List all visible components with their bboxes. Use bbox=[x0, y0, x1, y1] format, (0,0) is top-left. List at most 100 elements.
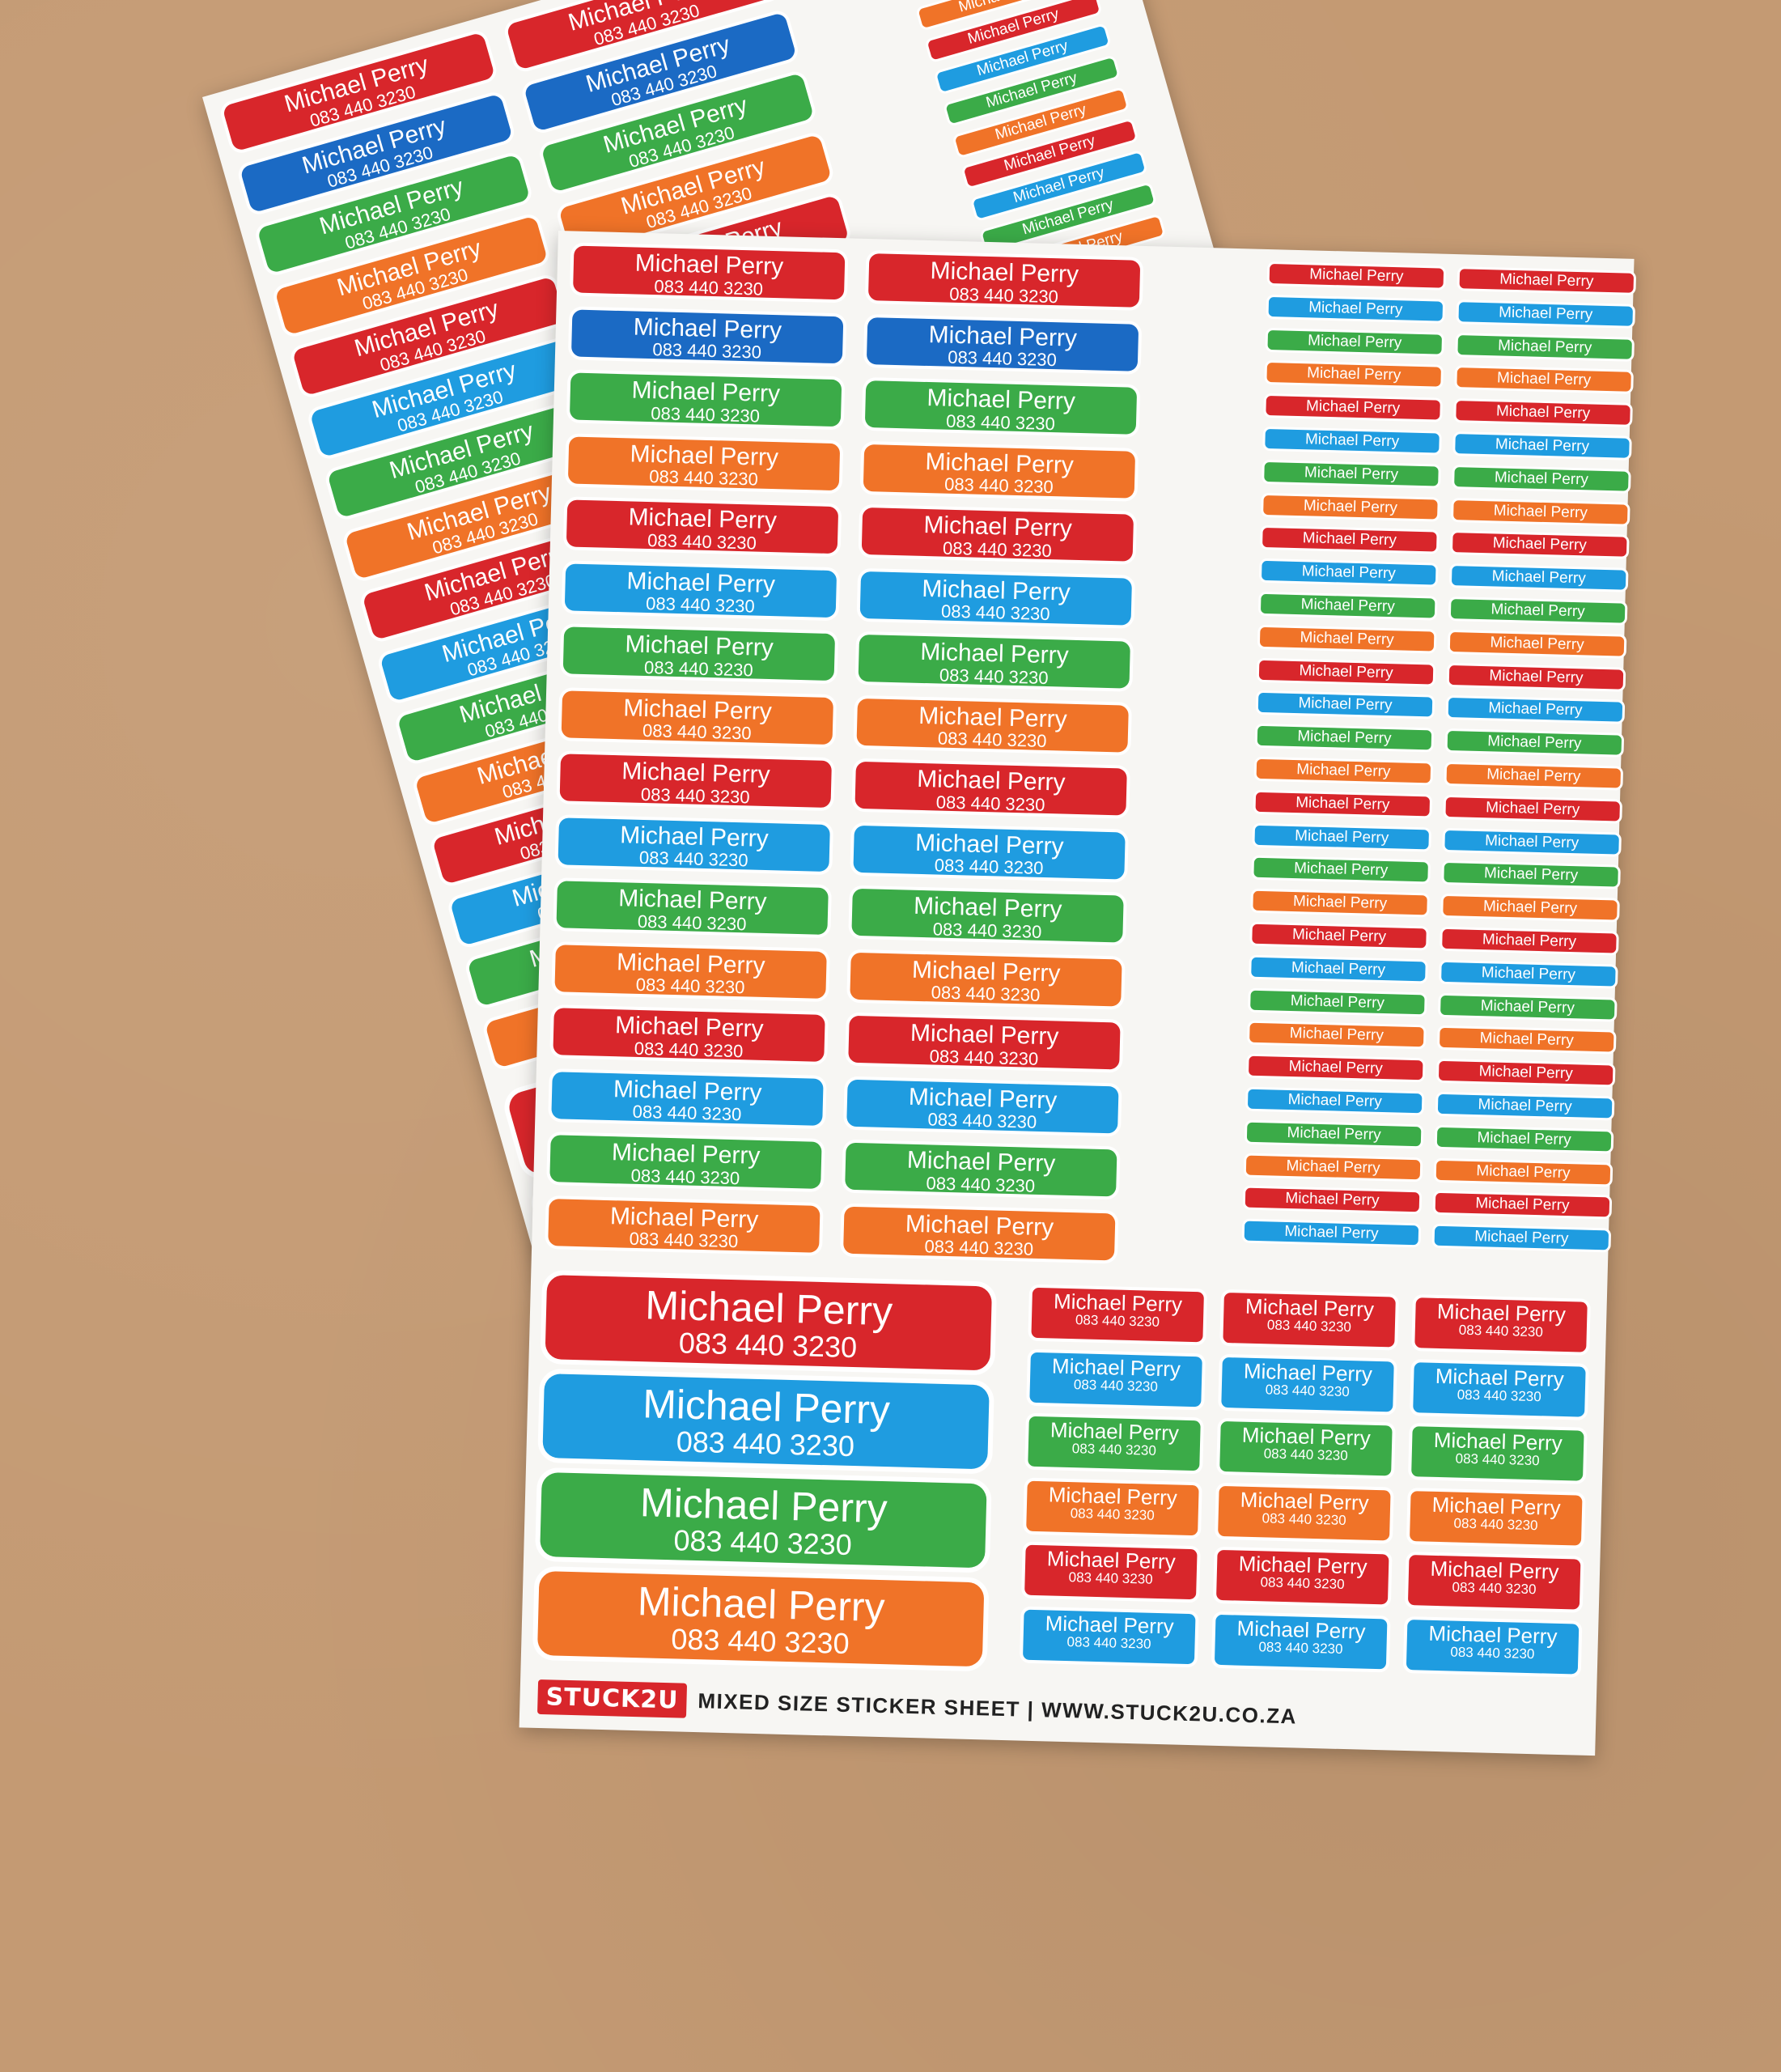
sticker-name-text: Michael Perry bbox=[1498, 304, 1593, 324]
name-sticker: Michael Perry bbox=[1255, 792, 1431, 817]
name-sticker: Michael Perry bbox=[1244, 1221, 1419, 1246]
name-sticker: Michael Perry083 440 3230 bbox=[1221, 1357, 1394, 1412]
name-sticker: Michael Perry083 440 3230 bbox=[567, 435, 841, 490]
sticker-name-text: Michael Perry bbox=[1483, 864, 1579, 885]
name-sticker: Michael Perry083 440 3230 bbox=[556, 881, 829, 935]
name-sticker: Michael Perry083 440 3230 bbox=[545, 1275, 993, 1371]
sticker-name-text: Michael Perry bbox=[1428, 1620, 1558, 1649]
sticker-name-text: Michael Perry bbox=[1478, 1096, 1572, 1116]
name-sticker: Michael Perry083 440 3230 bbox=[1409, 1490, 1583, 1546]
sticker-name-text: Michael Perry bbox=[1490, 634, 1584, 654]
name-sticker: Michael Perry083 440 3230 bbox=[1031, 1287, 1204, 1343]
sticker-name-text: Michael Perry bbox=[1433, 1427, 1563, 1455]
sticker-name-text: Michael Perry bbox=[1308, 299, 1403, 319]
sticker-name-text: Michael Perry bbox=[1301, 563, 1397, 583]
sticker-name-text: Michael Perry bbox=[1431, 1492, 1561, 1520]
name-sticker: Michael Perry083 440 3230 bbox=[867, 253, 1141, 308]
sticker-name-text: Michael Perry bbox=[1478, 1063, 1574, 1083]
name-sticker: Michael Perry bbox=[1264, 461, 1439, 486]
name-sticker: Michael Perry083 440 3230 bbox=[554, 944, 827, 999]
name-sticker: Michael Perry bbox=[1453, 499, 1628, 524]
footer-text: MIXED SIZE STICKER SHEET | WWW.STUCK2U.C… bbox=[698, 1688, 1298, 1729]
name-sticker: Michael Perry083 440 3230 bbox=[569, 372, 842, 427]
sticker-name-text: Michael Perry bbox=[1495, 435, 1590, 456]
sticker-name-text: Michael Perry bbox=[1045, 1610, 1174, 1638]
sticker-name-text: Michael Perry bbox=[1491, 567, 1587, 588]
name-sticker: Michael Perry083 440 3230 bbox=[861, 507, 1134, 562]
name-sticker: Michael Perry083 440 3230 bbox=[1413, 1361, 1586, 1417]
sticker-name-text: Michael Perry bbox=[1474, 1228, 1569, 1248]
name-sticker: Michael Perry bbox=[1441, 962, 1616, 987]
name-sticker: Michael Perry bbox=[1450, 599, 1626, 623]
name-sticker: Michael Perry bbox=[1457, 334, 1632, 359]
name-sticker: Michael Perry083 440 3230 bbox=[1214, 1614, 1388, 1669]
sticker-name-text: Michael Perry bbox=[1053, 1289, 1183, 1317]
name-sticker: Michael Perry bbox=[1262, 528, 1437, 552]
sticker-name-text: Michael Perry bbox=[1430, 1556, 1559, 1584]
name-sticker: Michael Perry bbox=[1455, 434, 1630, 458]
front-sticker-sheet: Michael Perry 083 440 3230 Michael Perry 08… bbox=[519, 231, 1635, 1756]
name-sticker: Michael Perry bbox=[1259, 626, 1435, 652]
name-sticker: Michael Perry083 440 3230 bbox=[573, 245, 846, 300]
name-sticker: Michael Perry bbox=[1268, 296, 1444, 321]
sticker-name-text: Michael Perry bbox=[1245, 1293, 1375, 1322]
sticker-name-text: Michael Perry bbox=[1046, 1546, 1177, 1574]
name-sticker: Michael Perry bbox=[1438, 1061, 1614, 1085]
name-sticker: Michael Perry bbox=[1266, 396, 1440, 420]
name-sticker: Michael Perry bbox=[1257, 726, 1432, 750]
name-sticker: Michael Perry bbox=[1444, 830, 1619, 855]
name-sticker: Michael Perry bbox=[1250, 990, 1425, 1014]
sticker-name-text: Michael Perry bbox=[1495, 402, 1591, 422]
sticker-name-text: Michael Perry bbox=[1241, 1422, 1372, 1450]
name-sticker: Michael Perry bbox=[1267, 329, 1443, 355]
sticker-name-text: Michael Perry bbox=[1486, 766, 1581, 786]
name-sticker: Michael Perry083 440 3230 bbox=[848, 1015, 1121, 1070]
name-sticker: Michael Perry bbox=[1257, 693, 1433, 717]
sticker-name-text: Michael Perry bbox=[1499, 270, 1594, 291]
sticker-name-text: Michael Perry bbox=[1050, 1417, 1180, 1446]
sticker-name-text: Michael Perry bbox=[1291, 926, 1387, 946]
sticker-name-text: Michael Perry bbox=[1302, 529, 1397, 550]
sticker-name-text: Michael Perry bbox=[1436, 1298, 1567, 1327]
sticker-name-text: Michael Perry bbox=[1482, 931, 1577, 951]
name-sticker: Michael Perry bbox=[1252, 923, 1427, 949]
name-sticker: Michael Perry083 440 3230 bbox=[548, 1198, 821, 1253]
sticker-name-text: Michael Perry bbox=[1485, 799, 1580, 819]
sticker-name-text: Michael Perry bbox=[1300, 628, 1394, 648]
sticker-name-text: Michael Perry bbox=[1287, 1090, 1383, 1111]
sticker-name-text: Michael Perry bbox=[1475, 1195, 1570, 1215]
name-sticker: Michael Perry bbox=[1258, 660, 1434, 685]
name-sticker: Michael Perry083 440 3230 bbox=[1029, 1352, 1202, 1407]
name-sticker: Michael Perry083 440 3230 bbox=[561, 690, 834, 745]
name-sticker: Michael Perry bbox=[1449, 631, 1625, 656]
sticker-name-text: Michael Perry bbox=[1309, 265, 1404, 286]
sticker-name-text: Michael Perry bbox=[1307, 331, 1402, 351]
name-sticker: Michael Perry083 440 3230 bbox=[562, 626, 836, 681]
name-sticker: Michael Perry bbox=[1247, 1089, 1423, 1114]
name-sticker: Michael Perry bbox=[1266, 363, 1441, 387]
stuck2u-logo: STUCK2U bbox=[537, 1679, 688, 1718]
name-sticker: Michael Perry bbox=[1269, 264, 1444, 288]
name-sticker: Michael Perry bbox=[1457, 367, 1631, 393]
name-sticker: Michael Perry bbox=[1437, 1093, 1613, 1119]
name-sticker: Michael Perry bbox=[1248, 1055, 1423, 1081]
name-sticker: Michael Perry bbox=[1459, 269, 1635, 293]
sticker-name-text: Michael Perry bbox=[1476, 1161, 1571, 1182]
sticker-name-text: Michael Perry bbox=[1236, 1616, 1366, 1644]
name-sticker: Michael Perry bbox=[1436, 1127, 1612, 1152]
sticker-name-text: Michael Perry bbox=[1305, 397, 1401, 418]
name-sticker: Michael Perry bbox=[1249, 1023, 1424, 1047]
sticker-name-text: Michael Perry bbox=[1488, 699, 1583, 720]
sticker-name-text: Michael Perry bbox=[1480, 996, 1575, 1017]
name-sticker: Michael Perry083 440 3230 bbox=[564, 563, 837, 618]
sticker-name-text: Michael Perry bbox=[1482, 898, 1578, 918]
name-sticker: Michael Perry bbox=[1442, 928, 1617, 953]
name-sticker: Michael Perry bbox=[1440, 995, 1615, 1020]
sticker-name-text: Michael Perry bbox=[1296, 761, 1391, 781]
sticker-name-text: Michael Perry bbox=[1286, 1157, 1380, 1177]
name-sticker: Michael Perry bbox=[1256, 758, 1431, 783]
sticker-name-text: Michael Perry bbox=[1491, 601, 1585, 621]
name-sticker: Michael Perry083 440 3230 bbox=[859, 571, 1133, 626]
name-sticker: Michael Perry083 440 3230 bbox=[853, 825, 1126, 880]
name-sticker: Michael Perry bbox=[1456, 401, 1630, 425]
